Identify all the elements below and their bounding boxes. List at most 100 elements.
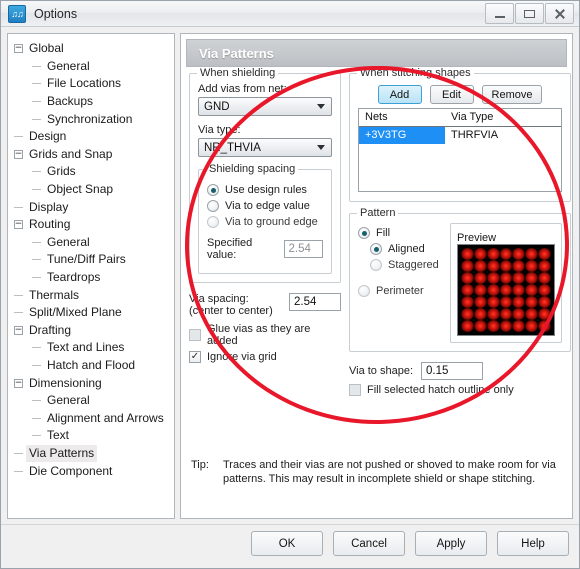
tree-item-general[interactable]: General	[12, 392, 172, 410]
page-banner: Via Patterns	[186, 39, 567, 67]
checkbox-icon	[349, 384, 361, 396]
radio-aligned[interactable]: Aligned	[370, 243, 444, 255]
tree-item-hatch-and-flood[interactable]: Hatch and Flood	[12, 357, 172, 375]
preview-via-dot	[512, 272, 526, 284]
cancel-button[interactable]: Cancel	[333, 531, 405, 556]
preview-via-dot	[473, 284, 487, 296]
remove-button[interactable]: Remove	[481, 85, 543, 104]
close-icon	[554, 8, 566, 20]
specified-value-input[interactable]: 2.54	[283, 240, 323, 258]
pattern-title: Pattern	[357, 207, 399, 219]
net-combobox[interactable]: GND	[198, 97, 332, 116]
tree-item-tune-diff-pairs[interactable]: Tune/Diff Pairs	[12, 251, 172, 269]
tree-item-display[interactable]: Display	[12, 198, 172, 216]
ok-button[interactable]: OK	[251, 531, 323, 556]
preview-via-dot	[486, 296, 500, 308]
tree-item-text-and-lines[interactable]: Text and Lines	[12, 339, 172, 357]
tree-item-text[interactable]: Text	[12, 427, 172, 445]
checkbox-glue-vias[interactable]: Glue vias as they are added	[189, 323, 341, 347]
preview-via-dot	[461, 296, 474, 308]
tree-item-label: Hatch and Flood	[47, 357, 136, 372]
preview-via-dot	[538, 248, 551, 260]
tree-connector-icon	[32, 189, 41, 191]
add-button[interactable]: Add	[377, 85, 422, 104]
preview-via-dot	[512, 320, 526, 332]
via-spacing-input[interactable]: 2.54	[289, 293, 341, 311]
tree-item-routing[interactable]: − Routing	[12, 216, 172, 234]
preview-via-dot	[473, 272, 487, 284]
cell-via-type: THRFVIA	[451, 129, 499, 141]
preview-via-dot	[486, 272, 500, 284]
tree-item-object-snap[interactable]: Object Snap	[12, 181, 172, 199]
tree-item-teardrops[interactable]: Teardrops	[12, 269, 172, 287]
window-title: Options	[34, 6, 78, 21]
table-header: Nets Via Type	[359, 109, 561, 127]
tree-item-file-locations[interactable]: File Locations	[12, 75, 172, 93]
tree-item-label: General	[47, 234, 90, 249]
tree-item-label: Backups	[47, 94, 94, 109]
minimize-button[interactable]	[485, 3, 514, 24]
expander-minus-icon[interactable]: −	[14, 220, 23, 230]
tree-connector-icon	[14, 136, 23, 138]
radio-perimeter[interactable]: Perimeter	[358, 285, 444, 297]
tree-item-general[interactable]: General	[12, 234, 172, 252]
checkbox-ignore-via-grid[interactable]: ✓ Ignore via grid	[189, 351, 341, 363]
radio-fill[interactable]: Fill	[358, 227, 444, 239]
tree-connector-icon	[14, 312, 23, 314]
checkbox-fill-hatch-outline[interactable]: Fill selected hatch outline only	[349, 384, 571, 396]
tree-item-drafting[interactable]: − Drafting	[12, 322, 172, 340]
tree-item-grids-and-snap[interactable]: − Grids and Snap	[12, 146, 172, 164]
chevron-down-icon	[317, 145, 325, 150]
tree-item-synchronization[interactable]: Synchronization	[12, 110, 172, 128]
tree-item-grids[interactable]: Grids	[12, 163, 172, 181]
expander-minus-icon[interactable]: −	[14, 44, 23, 54]
radio-via-to-edge-value[interactable]: Via to edge value	[207, 200, 323, 212]
preview-via-dot	[486, 248, 500, 260]
tree-item-alignment-and-arrows[interactable]: Alignment and Arrows	[12, 409, 172, 427]
preview-via-dot	[525, 296, 539, 308]
preview-via-dot	[512, 260, 526, 272]
apply-button[interactable]: Apply	[415, 531, 487, 556]
table-row[interactable]: +3V3TG THRFVIA	[359, 127, 561, 144]
edit-button[interactable]: Edit	[429, 85, 474, 104]
add-vias-from-net-label: Add vias from net:	[198, 83, 287, 95]
tree-item-via-patterns[interactable]: Via Patterns	[12, 444, 172, 463]
preview-via-dot	[461, 260, 474, 272]
preview-via-dot	[461, 320, 474, 332]
tree-item-global[interactable]: − Global	[12, 40, 172, 58]
preview-via-dot	[473, 296, 487, 308]
nets-table[interactable]: Nets Via Type +3V3TG THRFVIA	[358, 108, 562, 192]
tree-connector-icon	[32, 241, 41, 243]
radio-via-to-ground-edge[interactable]: Via to ground edge	[207, 216, 323, 228]
close-button[interactable]	[545, 3, 574, 24]
pattern-options: Fill Aligned Staggered Perimeter	[358, 223, 444, 343]
tree-item-die-component[interactable]: Die Component	[12, 462, 172, 480]
tree-item-general[interactable]: General	[12, 58, 172, 76]
tree-item-split-mixed-plane[interactable]: Split/Mixed Plane	[12, 304, 172, 322]
column-header-via-type: Via Type	[451, 111, 494, 123]
help-button[interactable]: Help	[497, 531, 569, 556]
radio-staggered[interactable]: Staggered	[370, 259, 444, 271]
preview-via-dot	[473, 260, 487, 272]
preview-via-dot	[499, 296, 513, 308]
tree-item-label: Die Component	[29, 463, 113, 478]
tree-item-backups[interactable]: Backups	[12, 93, 172, 111]
via-to-shape-input[interactable]: 0.15	[421, 362, 484, 380]
expander-minus-icon[interactable]: −	[14, 325, 23, 335]
tip-area: Tip: Traces and their vias are not pushe…	[191, 458, 562, 486]
expander-minus-icon[interactable]: −	[14, 378, 23, 388]
options-tree[interactable]: − Global General File Locations Backups Synch…	[7, 33, 175, 519]
via-type-combobox[interactable]: NR_THVIA	[198, 138, 332, 157]
maximize-button[interactable]	[515, 3, 544, 24]
column-header-nets: Nets	[365, 111, 388, 123]
tree-item-dimensioning[interactable]: − Dimensioning	[12, 374, 172, 392]
expander-minus-icon[interactable]: −	[14, 149, 23, 159]
tree-connector-icon	[14, 452, 23, 454]
preview-via-dot	[486, 320, 500, 332]
radio-use-design-rules[interactable]: Use design rules	[207, 184, 323, 196]
tree-item-label: Teardrops	[47, 270, 101, 285]
tree-item-thermals[interactable]: Thermals	[12, 286, 172, 304]
tree-item-design[interactable]: Design	[12, 128, 172, 146]
tree-connector-icon	[14, 470, 23, 472]
preview-via-dot	[538, 260, 551, 272]
